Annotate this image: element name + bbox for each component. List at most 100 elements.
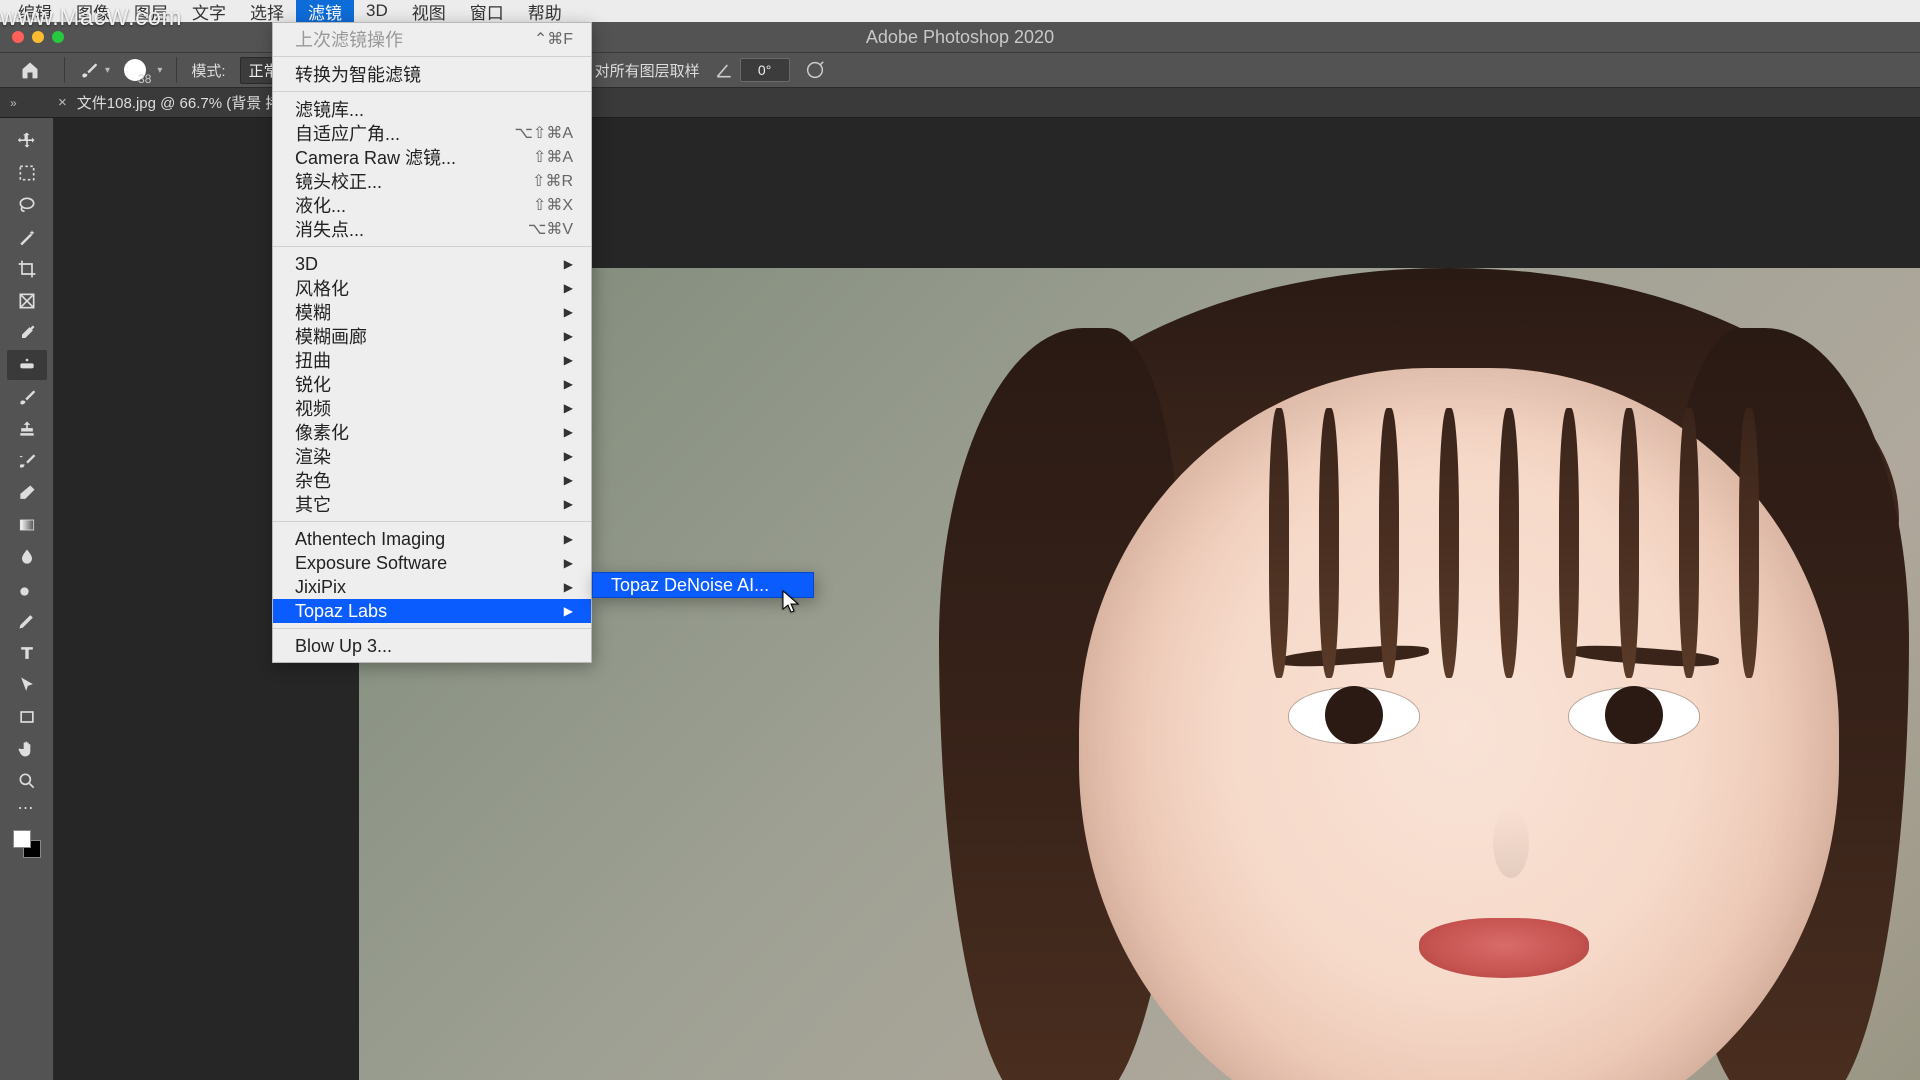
menu-item[interactable]: Athentech Imaging▶ [273, 527, 591, 551]
menu-item[interactable]: 风格化▶ [273, 276, 591, 300]
menu-item[interactable]: Blow Up 3... [273, 634, 591, 658]
image-region [1679, 408, 1699, 678]
submenu-arrow-icon: ▶ [564, 449, 573, 463]
menu-item[interactable]: 杂色▶ [273, 468, 591, 492]
menu-item-label: 扭曲 [295, 347, 331, 373]
menu-item[interactable]: Exposure Software▶ [273, 551, 591, 575]
submenu-item[interactable]: Topaz DeNoise AI... [593, 573, 813, 597]
maximize-icon[interactable] [52, 31, 64, 43]
submenu-arrow-icon: ▶ [564, 532, 573, 546]
pen-tool[interactable] [7, 606, 47, 636]
magic-wand-tool[interactable] [7, 222, 47, 252]
image-region [1379, 408, 1399, 678]
menu-item[interactable]: 滤镜库... [273, 97, 591, 121]
brush-size-label: 38 [138, 72, 151, 86]
menu-separator [273, 628, 591, 629]
angle-input[interactable]: 0° [740, 58, 790, 82]
menu-item-label: 转换为智能滤镜 [295, 61, 421, 87]
close-icon[interactable] [12, 31, 24, 43]
crop-tool[interactable] [7, 254, 47, 284]
brush-preset-picker[interactable]: ▾ [79, 60, 110, 80]
submenu-arrow-icon: ▶ [564, 425, 573, 439]
menu-item[interactable]: 其它▶ [273, 492, 591, 516]
menu-separator [273, 521, 591, 522]
dodge-tool[interactable] [7, 574, 47, 604]
menu-item[interactable]: 模糊▶ [273, 300, 591, 324]
watermark-text: www.MacW.com [0, 4, 182, 32]
toolbox: ⋯ [0, 118, 54, 1080]
submenu-arrow-icon: ▶ [564, 473, 573, 487]
menu-separator [273, 56, 591, 57]
tab-close-icon[interactable]: × [58, 94, 67, 111]
menu-shortcut: ⇧⌘X [533, 195, 573, 215]
menu-item-label: 上次滤镜操作 [295, 26, 403, 52]
mode-label: 模式: [191, 60, 225, 81]
home-button[interactable] [10, 55, 50, 85]
menu-item[interactable]: 自适应广角...⌥⇧⌘A [273, 121, 591, 145]
angle-icon [714, 60, 734, 80]
gradient-tool[interactable] [7, 510, 47, 540]
healing-brush-tool[interactable] [7, 350, 47, 380]
menu-item[interactable]: 转换为智能滤镜 [273, 62, 591, 86]
menu-item[interactable]: JixiPix▶ [273, 575, 591, 599]
submenu-arrow-icon: ▶ [564, 329, 573, 343]
menu-item-label: 视频 [295, 395, 331, 421]
clone-stamp-tool[interactable] [7, 414, 47, 444]
menu-item[interactable]: 镜头校正...⇧⌘R [273, 169, 591, 193]
submenu-arrow-icon: ▶ [564, 497, 573, 511]
menu-item[interactable]: 扭曲 ▶ [273, 348, 591, 372]
brush-size-indicator[interactable]: 38 ▾ [124, 54, 162, 86]
hand-tool[interactable] [7, 734, 47, 764]
expand-panels-icon[interactable]: » [6, 92, 21, 114]
frame-tool[interactable] [7, 286, 47, 316]
more-tools-icon[interactable]: ⋯ [7, 798, 47, 818]
type-tool[interactable] [7, 638, 47, 668]
blur-tool[interactable] [7, 542, 47, 572]
menu-separator [273, 246, 591, 247]
menu-item[interactable]: Camera Raw 滤镜...⇧⌘A [273, 145, 591, 169]
divider [64, 57, 65, 83]
menu-item-label: 3D [295, 254, 318, 275]
brush-icon [79, 60, 99, 80]
menu-item[interactable]: 液化...⇧⌘X [273, 193, 591, 217]
image-region [1419, 918, 1589, 978]
rectangle-tool[interactable] [7, 702, 47, 732]
menu-separator [273, 91, 591, 92]
menubar-item[interactable]: 3D [354, 0, 400, 23]
path-selection-tool[interactable] [7, 670, 47, 700]
menu-item[interactable]: Topaz Labs▶ [273, 599, 591, 623]
brush-tool[interactable] [7, 382, 47, 412]
system-menubar: 编辑图像图层文字选择滤镜3D视图窗口帮助 [0, 0, 1920, 22]
menu-item-label: 模糊 [295, 299, 331, 325]
image-region [1569, 688, 1699, 743]
menu-item-label: 锐化 [295, 371, 331, 397]
menu-item[interactable]: 锐化 ▶ [273, 372, 591, 396]
submenu-arrow-icon: ▶ [564, 377, 573, 391]
menu-item[interactable]: 消失点...⌥⌘V [273, 217, 591, 241]
menu-item[interactable]: 模糊画廊 ▶ [273, 324, 591, 348]
target-icon[interactable] [804, 59, 826, 81]
menu-item[interactable]: 像素化▶ [273, 420, 591, 444]
menu-item[interactable]: 渲染▶ [273, 444, 591, 468]
zoom-tool[interactable] [7, 766, 47, 796]
move-tool[interactable] [7, 126, 47, 156]
color-swatch[interactable] [13, 830, 41, 858]
foreground-color[interactable] [13, 830, 31, 848]
menu-item-label: 镜头校正... [295, 168, 382, 194]
submenu-arrow-icon: ▶ [564, 353, 573, 367]
marquee-tool[interactable] [7, 158, 47, 188]
sample-all-layers-checkbox[interactable]: 对所有图层取样 [576, 60, 700, 81]
eyedropper-tool[interactable] [7, 318, 47, 348]
menu-shortcut: ⇧⌘A [533, 147, 573, 167]
history-brush-tool[interactable] [7, 446, 47, 476]
menu-item[interactable]: 3D▶ [273, 252, 591, 276]
menu-item[interactable]: 视频▶ [273, 396, 591, 420]
menu-shortcut: ⌃⌘F [534, 29, 573, 49]
mouse-cursor-icon [782, 590, 800, 619]
lasso-tool[interactable] [7, 190, 47, 220]
document-tab-title[interactable]: 文件108.jpg @ 66.7% (背景 拷 [77, 92, 281, 113]
eraser-tool[interactable] [7, 478, 47, 508]
minimize-icon[interactable] [32, 31, 44, 43]
filter-menu-dropdown: 上次滤镜操作 ⌃⌘F 转换为智能滤镜滤镜库...自适应广角...⌥⇧⌘ACamera… [272, 22, 592, 663]
menu-item-label: 模糊画廊 [295, 323, 367, 349]
